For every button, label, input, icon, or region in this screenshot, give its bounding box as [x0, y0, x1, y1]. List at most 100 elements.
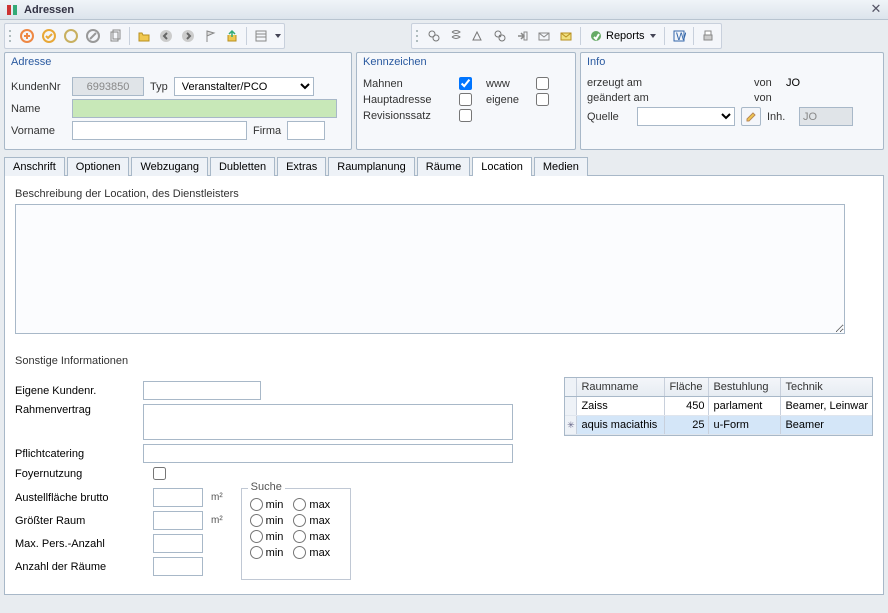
maxpers-label: Max. Pers.-Anzahl — [15, 538, 145, 550]
tab-bar: Anschrift Optionen Webzugang Dubletten E… — [4, 156, 884, 175]
suche-r4-min[interactable]: min — [250, 546, 284, 559]
reports-caret-icon — [650, 34, 656, 38]
toolbar-main — [4, 23, 285, 49]
tool-icon-3[interactable] — [468, 26, 488, 46]
geaendert-label: geändert am — [587, 92, 662, 104]
suche-r4-max[interactable]: max — [293, 546, 330, 559]
close-button[interactable]: ✕ — [868, 2, 884, 18]
eigene-label: eigene — [486, 94, 530, 106]
von2-label: von — [754, 92, 780, 104]
nav-next-button[interactable] — [178, 26, 198, 46]
folder-button[interactable] — [134, 26, 154, 46]
tab-dubletten[interactable]: Dubletten — [210, 157, 275, 176]
foyer-label: Foyernutzung — [15, 468, 145, 480]
suche-r3-max[interactable]: max — [293, 530, 330, 543]
maxpers-input[interactable] — [153, 534, 203, 553]
print-button[interactable] — [698, 26, 718, 46]
anzahl-input[interactable] — [153, 557, 203, 576]
tab-content-location: Beschreibung der Location, des Dienstlei… — [4, 175, 884, 595]
table-row[interactable]: ✳ aquis maciathis 25 u-Form Beamer — [565, 416, 872, 435]
desc-textarea[interactable] — [15, 204, 845, 334]
nav-prev-button[interactable] — [156, 26, 176, 46]
von1-label: von — [754, 77, 780, 89]
tab-optionen[interactable]: Optionen — [67, 157, 130, 176]
tool-icon-2[interactable] — [446, 26, 466, 46]
grid-header: Raumname Fläche Bestuhlung Technik — [565, 378, 872, 397]
eigene-checkbox[interactable] — [536, 93, 549, 106]
tab-raumplanung[interactable]: Raumplanung — [328, 157, 415, 176]
col-technik[interactable]: Technik — [781, 378, 872, 396]
window-title: Adressen — [24, 4, 868, 16]
quelle-select[interactable] — [637, 107, 735, 126]
col-flaeche[interactable]: Fläche — [665, 378, 709, 396]
col-raumname[interactable]: Raumname — [577, 378, 665, 396]
list-dropdown-icon[interactable] — [275, 34, 281, 38]
table-row[interactable]: Zaiss 450 parlament Beamer, Leinwar — [565, 397, 872, 416]
groesster-input[interactable] — [153, 511, 203, 530]
tool-icon-1[interactable] — [424, 26, 444, 46]
tool-icon-4[interactable] — [490, 26, 510, 46]
circle-button-1[interactable] — [61, 26, 81, 46]
suche-r2-min[interactable]: min — [250, 514, 284, 527]
kundennr-input — [72, 77, 144, 96]
austell-input[interactable] — [153, 488, 203, 507]
panel-kennzeichen-title: Kennzeichen — [357, 53, 575, 72]
eigene-kundennr-input[interactable] — [143, 381, 261, 400]
tab-medien[interactable]: Medien — [534, 157, 588, 176]
list-button[interactable] — [251, 26, 271, 46]
kundennr-label: KundenNr — [11, 81, 66, 93]
tab-raeume[interactable]: Räume — [417, 157, 470, 176]
reports-label: Reports — [606, 30, 645, 42]
cancel-button[interactable] — [83, 26, 103, 46]
www-checkbox[interactable] — [536, 77, 549, 90]
suche-r1-max[interactable]: max — [293, 498, 330, 511]
toolbar-row: Reports W — [0, 20, 888, 52]
tab-extras[interactable]: Extras — [277, 157, 326, 176]
typ-select[interactable]: Veranstalter/PCO — [174, 77, 314, 96]
hauptadresse-checkbox[interactable] — [459, 93, 472, 106]
inh-input — [799, 107, 853, 126]
foyer-checkbox[interactable] — [153, 467, 166, 480]
mail-button[interactable] — [556, 26, 576, 46]
export-button[interactable] — [222, 26, 242, 46]
suche-r3-min[interactable]: min — [250, 530, 284, 543]
vorname-input[interactable] — [72, 121, 247, 140]
firma-label: Firma — [253, 125, 281, 137]
tab-location[interactable]: Location — [472, 157, 532, 176]
tool-icon-5[interactable] — [512, 26, 532, 46]
austell-label: Austellfläche brutto — [15, 492, 145, 504]
vorname-label: Vorname — [11, 125, 66, 137]
austell-unit: m² — [211, 492, 223, 503]
eigene-kundennr-label: Eigene Kundenr. — [15, 385, 135, 397]
flag-button[interactable] — [200, 26, 220, 46]
word-button[interactable]: W — [669, 26, 689, 46]
confirm-button[interactable] — [39, 26, 59, 46]
tab-anschrift[interactable]: Anschrift — [4, 157, 65, 176]
panel-kennzeichen: Kennzeichen Mahnen www Hauptadresse eige… — [356, 52, 576, 150]
pflichtcatering-input[interactable] — [143, 444, 513, 463]
name-input[interactable] — [72, 99, 337, 118]
inh-label: Inh. — [767, 111, 793, 123]
firma-input[interactable] — [287, 121, 325, 140]
rooms-grid[interactable]: Raumname Fläche Bestuhlung Technik Zaiss… — [564, 377, 873, 436]
tool-icon-6[interactable] — [534, 26, 554, 46]
add-button[interactable] — [17, 26, 37, 46]
www-label: www — [486, 78, 530, 90]
quelle-edit-button[interactable] — [741, 107, 761, 126]
col-bestuhlung[interactable]: Bestuhlung — [709, 378, 781, 396]
rahmenvertrag-textarea[interactable] — [143, 404, 513, 440]
groesster-label: Größter Raum — [15, 515, 145, 527]
suche-r2-max[interactable]: max — [293, 514, 330, 527]
suche-r1-min[interactable]: min — [250, 498, 284, 511]
suche-group: Suche minmax minmax minmax minmax — [241, 488, 351, 580]
pflichtcatering-label: Pflichtcatering — [15, 448, 135, 460]
tab-webzugang[interactable]: Webzugang — [131, 157, 208, 176]
revisionssatz-checkbox[interactable] — [459, 109, 472, 122]
svg-text:W: W — [676, 31, 686, 43]
copy-button[interactable] — [105, 26, 125, 46]
reports-button[interactable]: Reports — [585, 26, 660, 46]
erzeugt-label: erzeugt am — [587, 77, 662, 89]
panel-info-title: Info — [581, 53, 883, 72]
mahnen-checkbox[interactable] — [459, 77, 472, 90]
revisionssatz-label: Revisionssatz — [363, 110, 453, 122]
